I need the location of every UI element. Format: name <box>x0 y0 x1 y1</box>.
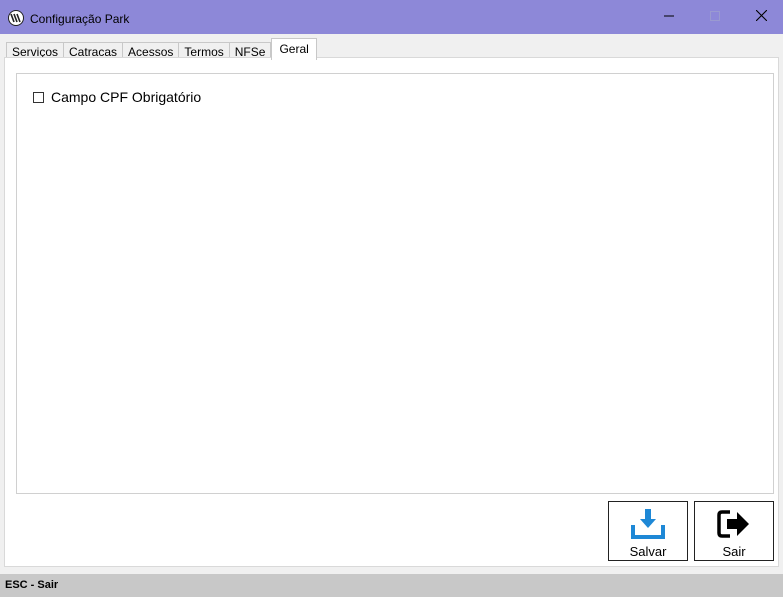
status-text: ESC - Sair <box>5 579 59 591</box>
window-content: Serviços Catracas Acessos Termos NFSe Ge… <box>0 34 783 574</box>
exit-label: Sair <box>722 544 746 559</box>
status-bar: ESC - Sair <box>0 574 783 597</box>
window-title: Configuração Park <box>30 12 130 26</box>
exit-button[interactable]: Sair <box>694 501 774 561</box>
settings-panel: Campo CPF Obrigatório <box>16 73 774 494</box>
cpf-required-checkbox[interactable] <box>33 91 44 103</box>
tab-page-geral: Campo CPF Obrigatório Salvar Sair <box>4 57 779 567</box>
maximize-button[interactable] <box>692 0 738 34</box>
maximize-icon <box>710 10 720 24</box>
save-button[interactable]: Salvar <box>608 501 688 561</box>
close-button[interactable] <box>738 0 783 34</box>
cpf-required-option[interactable]: Campo CPF Obrigatório <box>33 89 201 105</box>
exit-arrow-icon <box>716 508 752 540</box>
close-icon <box>755 9 767 24</box>
tab-geral[interactable]: Geral <box>271 38 317 60</box>
cpf-required-label[interactable]: Campo CPF Obrigatório <box>51 89 201 105</box>
config-window: Configuração Park Serviços Catracas Aces… <box>0 0 783 597</box>
title-bar[interactable]: Configuração Park <box>0 0 783 34</box>
app-logo-icon <box>8 10 24 26</box>
save-download-icon <box>630 508 666 540</box>
minimize-button[interactable] <box>646 0 692 34</box>
minimize-icon <box>664 10 674 24</box>
save-label: Salvar <box>629 544 667 559</box>
